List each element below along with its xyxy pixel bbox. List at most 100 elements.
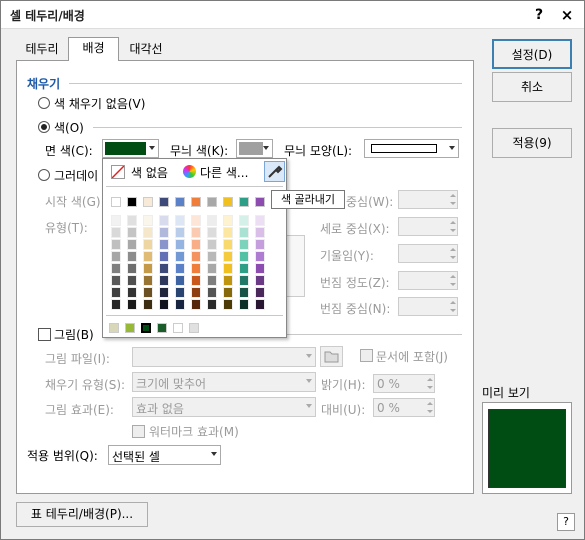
color-swatch[interactable] xyxy=(239,215,249,226)
color-swatch[interactable] xyxy=(207,299,217,310)
color-swatch[interactable] xyxy=(127,263,137,274)
picture-file-select[interactable] xyxy=(132,347,316,367)
color-swatch[interactable] xyxy=(159,215,169,226)
fill-type-select[interactable]: 크기에 맞추어 xyxy=(132,372,316,392)
color-swatch[interactable] xyxy=(111,263,121,274)
color-swatch[interactable] xyxy=(111,299,121,310)
gradient-radio[interactable] xyxy=(38,169,50,181)
color-swatch[interactable] xyxy=(175,197,185,207)
color-swatch[interactable] xyxy=(127,239,137,250)
spread-center-spinner[interactable] xyxy=(398,297,458,316)
no-color-option[interactable]: 색 없음 xyxy=(131,164,168,181)
color-swatch[interactable] xyxy=(239,299,249,310)
color-swatch[interactable] xyxy=(207,227,217,238)
color-swatch[interactable] xyxy=(255,299,265,310)
other-color-option[interactable]: 다른 색... xyxy=(200,164,248,181)
picture-effect-select[interactable]: 효과 없음 xyxy=(132,397,316,417)
color-swatch[interactable] xyxy=(255,227,265,238)
color-swatch[interactable] xyxy=(255,215,265,226)
tilt-spinner[interactable] xyxy=(398,244,458,263)
h-center-spinner[interactable] xyxy=(398,190,458,209)
no-fill-radio[interactable] xyxy=(38,97,50,109)
color-swatch[interactable] xyxy=(223,197,233,207)
color-swatch[interactable] xyxy=(239,263,249,274)
open-folder-button[interactable] xyxy=(320,346,343,367)
color-swatch[interactable] xyxy=(175,215,185,226)
color-swatch[interactable] xyxy=(143,197,153,207)
watermark-checkbox[interactable] xyxy=(132,425,145,438)
color-swatch[interactable] xyxy=(207,275,217,286)
cancel-button[interactable]: 취소 xyxy=(492,72,572,102)
color-swatch[interactable] xyxy=(191,251,201,262)
color-swatch[interactable] xyxy=(191,287,201,298)
v-center-spinner[interactable] xyxy=(398,217,458,236)
color-swatch[interactable] xyxy=(159,299,169,310)
color-swatch[interactable] xyxy=(143,287,153,298)
color-swatch[interactable] xyxy=(143,251,153,262)
close-button[interactable]: × xyxy=(558,5,576,25)
pattern-shape-select[interactable] xyxy=(364,139,459,158)
color-swatch[interactable] xyxy=(127,197,137,207)
color-swatch[interactable] xyxy=(239,239,249,250)
color-swatch[interactable] xyxy=(175,287,185,298)
eyedropper-button[interactable] xyxy=(264,161,285,182)
color-swatch[interactable] xyxy=(191,227,201,238)
color-swatch[interactable] xyxy=(127,251,137,262)
color-swatch[interactable] xyxy=(207,251,217,262)
picture-checkbox[interactable] xyxy=(38,328,51,341)
color-swatch[interactable] xyxy=(111,227,121,238)
color-swatch[interactable] xyxy=(255,275,265,286)
color-swatch[interactable] xyxy=(207,287,217,298)
color-swatch[interactable] xyxy=(111,239,121,250)
color-swatch[interactable] xyxy=(127,227,137,238)
color-swatch[interactable] xyxy=(159,239,169,250)
color-swatch[interactable] xyxy=(255,287,265,298)
color-swatch[interactable] xyxy=(255,263,265,274)
color-swatch[interactable] xyxy=(111,215,121,226)
color-swatch[interactable] xyxy=(159,251,169,262)
color-swatch[interactable] xyxy=(255,239,265,250)
include-in-doc-checkbox[interactable] xyxy=(360,349,373,362)
color-swatch[interactable] xyxy=(111,197,121,207)
color-swatch[interactable] xyxy=(175,299,185,310)
color-swatch[interactable] xyxy=(223,239,233,250)
help-button[interactable]: ? xyxy=(530,5,548,25)
recent-color-swatch[interactable] xyxy=(157,323,167,333)
color-swatch[interactable] xyxy=(207,239,217,250)
color-swatch[interactable] xyxy=(175,251,185,262)
color-swatch[interactable] xyxy=(111,251,121,262)
color-swatch[interactable] xyxy=(223,215,233,226)
color-swatch[interactable] xyxy=(159,275,169,286)
recent-color-swatch[interactable] xyxy=(109,323,119,333)
color-swatch[interactable] xyxy=(143,215,153,226)
color-swatch[interactable] xyxy=(175,263,185,274)
tab-border[interactable]: 테두리 xyxy=(17,39,67,60)
recent-color-swatch[interactable] xyxy=(189,323,199,333)
apply-button[interactable]: 적용(9) xyxy=(492,128,572,158)
color-swatch[interactable] xyxy=(239,197,249,207)
table-border-button[interactable]: 표 테두리/배경(P)... xyxy=(16,502,148,527)
color-swatch[interactable] xyxy=(175,239,185,250)
color-swatch[interactable] xyxy=(239,275,249,286)
color-swatch[interactable] xyxy=(191,197,201,207)
spread-spinner[interactable] xyxy=(398,271,458,290)
contrast-spinner[interactable]: 0 % xyxy=(373,398,435,417)
color-swatch[interactable] xyxy=(159,287,169,298)
color-swatch[interactable] xyxy=(223,275,233,286)
recent-color-swatch[interactable] xyxy=(141,323,151,333)
color-swatch[interactable] xyxy=(207,263,217,274)
brightness-spinner[interactable]: 0 % xyxy=(373,374,435,393)
color-swatch[interactable] xyxy=(223,299,233,310)
color-swatch[interactable] xyxy=(255,197,265,207)
color-swatch[interactable] xyxy=(127,215,137,226)
tab-background[interactable]: 배경 xyxy=(68,37,119,61)
color-swatch[interactable] xyxy=(223,251,233,262)
face-color-picker[interactable] xyxy=(102,139,159,158)
scope-select[interactable]: 선택된 셀 xyxy=(108,445,221,465)
color-swatch[interactable] xyxy=(239,227,249,238)
color-swatch[interactable] xyxy=(159,263,169,274)
recent-color-swatch[interactable] xyxy=(125,323,135,333)
color-swatch[interactable] xyxy=(191,239,201,250)
color-swatch[interactable] xyxy=(143,227,153,238)
color-swatch[interactable] xyxy=(239,251,249,262)
